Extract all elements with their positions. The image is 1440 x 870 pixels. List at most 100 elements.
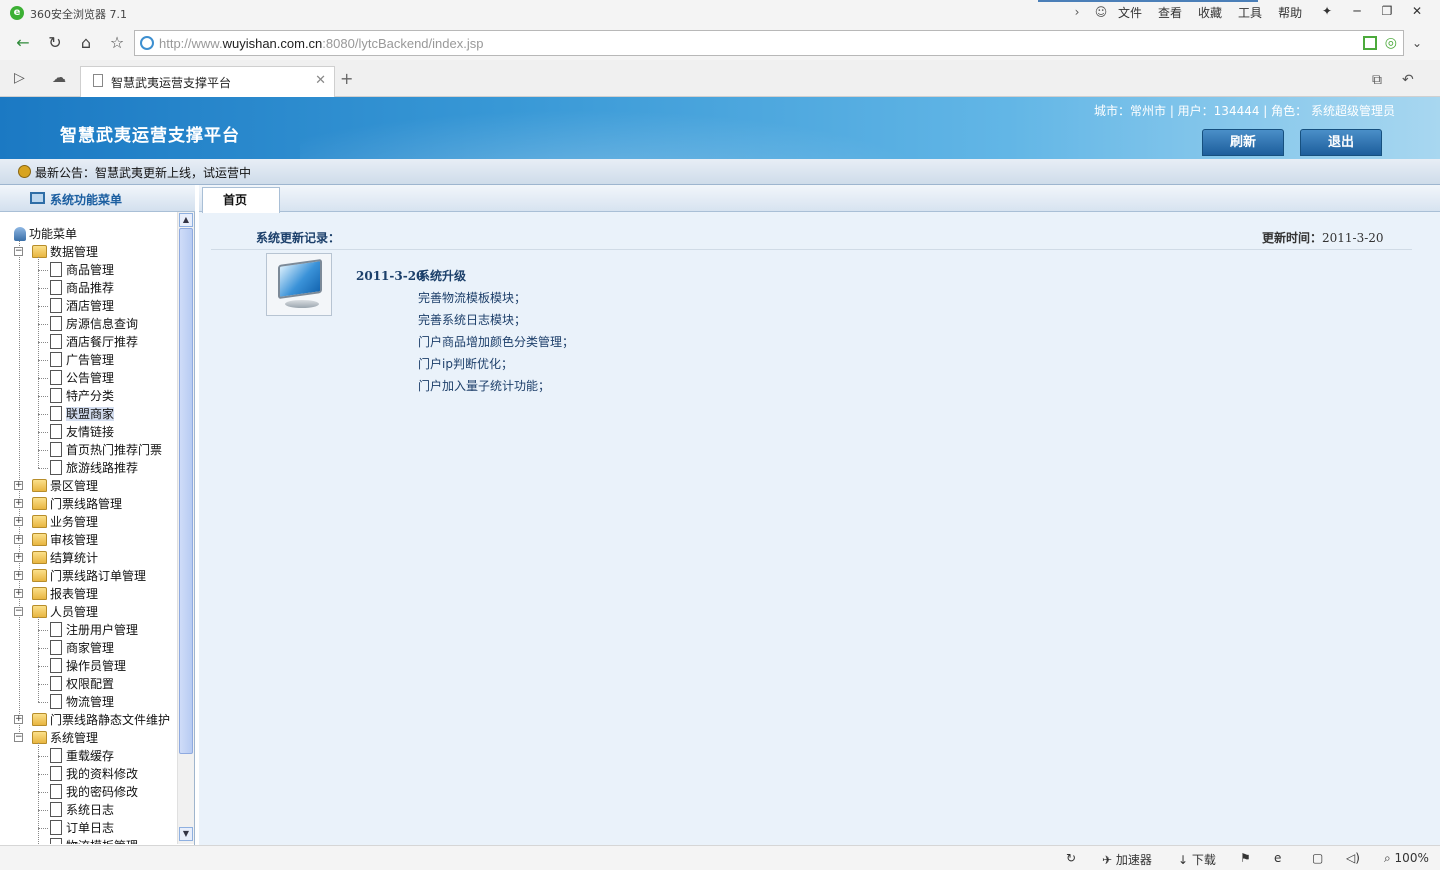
tree-group-8[interactable]: − 人员管理 [14, 603, 98, 621]
expand-icon[interactable]: + [14, 589, 23, 598]
tree-item[interactable]: 联盟商家 [50, 405, 115, 423]
tree-item[interactable]: 订单日志 [50, 819, 114, 837]
url-text[interactable]: http://www.wuyishan.com.cn:8080/lytcBack… [159, 36, 483, 51]
menu-tools[interactable]: 工具 [1238, 4, 1262, 21]
tree-group-3[interactable]: + 业务管理 [14, 513, 98, 531]
logout-button[interactable]: 退出 [1300, 129, 1382, 156]
refresh-button[interactable]: 刷新 [1202, 129, 1284, 156]
accelerator-button[interactable]: ✈ 加速器 [1102, 851, 1152, 868]
sidebar-toggle-icon[interactable]: ▷ [14, 70, 25, 86]
zoom-control[interactable]: ⌕ 100% [1384, 851, 1429, 866]
browser-tab[interactable]: 智慧武夷运营支撑平台 ✕ [80, 66, 335, 97]
window-icon[interactable]: ▢ [1312, 851, 1323, 865]
tree-item[interactable]: 广告管理 [50, 351, 114, 369]
back-icon[interactable]: ← [12, 32, 34, 54]
tree-item[interactable]: 酒店餐厅推荐 [50, 333, 138, 351]
address-bar[interactable]: http://www.wuyishan.com.cn:8080/lytcBack… [134, 30, 1404, 56]
tree-item[interactable]: 重载缓存 [50, 747, 114, 765]
tree-item-label: 注册用户管理 [66, 623, 139, 637]
tree-item[interactable]: 友情链接 [50, 423, 114, 441]
tab-close-icon[interactable]: ✕ [315, 73, 326, 88]
sidebar-scrollbar[interactable]: ▲ ▼ [177, 212, 194, 844]
undo-close-icon[interactable]: ↶ [1402, 72, 1414, 88]
expand-icon[interactable]: + [14, 517, 23, 526]
download-button[interactable]: ↓ 下载 [1178, 851, 1216, 868]
refresh-status-icon[interactable]: ↻ [1066, 851, 1076, 865]
tree-connector [38, 810, 48, 811]
address-dropdown-icon[interactable]: ⌄ [1406, 32, 1428, 54]
tree-item[interactable]: 公告管理 [50, 369, 114, 387]
tree-item[interactable]: 权限配置 [50, 675, 114, 693]
tree-item[interactable]: 商品推荐 [50, 279, 114, 297]
close-icon[interactable]: ✕ [1402, 0, 1432, 22]
tree-item[interactable]: 我的密码修改 [50, 783, 138, 801]
cloud-icon[interactable]: ☁ [52, 70, 66, 86]
tree-group-7[interactable]: + 报表管理 [14, 585, 98, 603]
page-icon [50, 316, 62, 331]
skin-icon[interactable]: ✦ [1312, 0, 1342, 22]
expand-icon[interactable]: + [14, 553, 23, 562]
reload-icon[interactable]: ↻ [44, 32, 66, 54]
expand-icon[interactable]: + [14, 571, 23, 580]
tree-item[interactable]: 特产分类 [50, 387, 114, 405]
tree-item[interactable]: 酒店管理 [50, 297, 114, 315]
tree-group-10[interactable]: − 系统管理 [14, 729, 98, 747]
maximize-icon[interactable]: ❐ [1372, 0, 1402, 22]
tree-item[interactable]: 房源信息查询 [50, 315, 138, 333]
qrcode-icon[interactable] [1363, 36, 1377, 50]
tree-item[interactable]: 操作员管理 [50, 657, 126, 675]
tree-item[interactable]: 物流管理 [50, 693, 114, 711]
tree-root-label: 功能菜单 [29, 227, 78, 241]
tree-item[interactable]: 首页热门推荐门票 [50, 441, 162, 459]
translate-icon[interactable]: ⚑ [1240, 851, 1251, 865]
menu-file[interactable]: 文件 [1118, 4, 1142, 21]
sound-icon[interactable]: ◁) [1346, 851, 1360, 865]
menu-favorites[interactable]: 收藏 [1198, 4, 1222, 21]
tree-group-6[interactable]: + 门票线路订单管理 [14, 567, 146, 585]
page-icon [50, 280, 62, 295]
tree-item[interactable]: 注册用户管理 [50, 621, 138, 639]
tree-group-0[interactable]: − 数据管理 [14, 243, 98, 261]
tree-item[interactable]: 商品管理 [50, 261, 114, 279]
scroll-thumb[interactable] [179, 228, 193, 754]
tree-connector [38, 666, 48, 667]
menu-help[interactable]: 帮助 [1278, 4, 1302, 21]
speed-mode-icon[interactable]: ◎ [1385, 35, 1397, 51]
home-icon[interactable]: ⌂ [75, 32, 97, 54]
expand-icon[interactable]: + [14, 481, 23, 490]
page-icon [50, 766, 62, 781]
tree-root[interactable]: 功能菜单 [14, 225, 77, 243]
page-icon [50, 640, 62, 655]
tree-item[interactable]: 旅游线路推荐 [50, 459, 138, 477]
collapse-icon[interactable]: − [14, 733, 23, 742]
tree-item[interactable]: 我的资料修改 [50, 765, 138, 783]
browser-ie-icon[interactable]: e [1274, 851, 1281, 865]
collapse-icon[interactable]: − [14, 247, 23, 256]
scroll-up-icon[interactable]: ▲ [179, 213, 193, 227]
tree-connector [38, 396, 48, 397]
tree-group-5[interactable]: + 结算统计 [14, 549, 98, 567]
expand-icon[interactable]: + [14, 535, 23, 544]
tree-group-9[interactable]: + 门票线路静态文件维护 [14, 711, 170, 729]
scroll-down-icon[interactable]: ▼ [179, 827, 193, 841]
user-icon[interactable]: ☺ [1094, 5, 1108, 19]
expand-icon[interactable]: + [14, 499, 23, 508]
tree-group-label: 景区管理 [50, 479, 99, 493]
collapse-icon[interactable]: − [14, 607, 23, 616]
chevron-right-icon[interactable]: › [1070, 5, 1084, 19]
tree-group-2[interactable]: + 门票线路管理 [14, 495, 122, 513]
star-icon[interactable]: ☆ [106, 32, 128, 54]
minimize-icon[interactable]: ─ [1342, 0, 1372, 22]
tree-item[interactable]: 商家管理 [50, 639, 114, 657]
tree-group-4[interactable]: + 审核管理 [14, 531, 98, 549]
tree-item[interactable]: 系统日志 [50, 801, 114, 819]
new-tab-icon[interactable]: + [340, 69, 353, 88]
record-line: 完善系统日志模块； [418, 313, 527, 327]
tab-home[interactable]: 首页 [202, 187, 280, 213]
tree-group-1[interactable]: + 景区管理 [14, 477, 99, 495]
tab-restore-icon[interactable]: ⧉ [1372, 72, 1382, 88]
tree-item[interactable]: 物流模板管理 [50, 837, 138, 844]
folder-icon [32, 533, 47, 546]
expand-icon[interactable]: + [14, 715, 23, 724]
menu-view[interactable]: 查看 [1158, 4, 1182, 21]
